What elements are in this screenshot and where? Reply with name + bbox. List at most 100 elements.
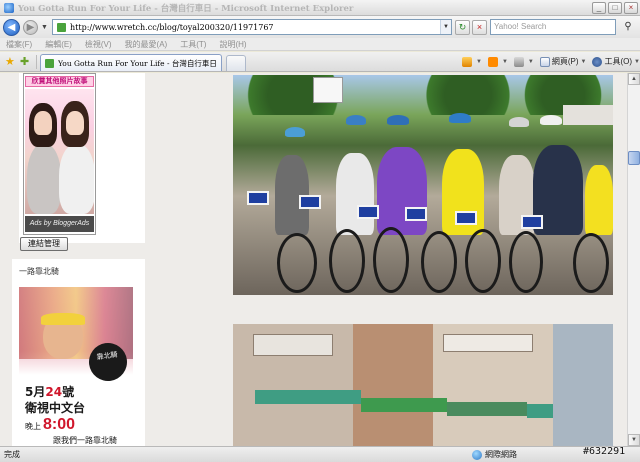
photo-helmet [509, 117, 529, 127]
tab-page-icon [45, 58, 54, 68]
photo-building [563, 105, 613, 125]
rss-icon [487, 56, 498, 67]
new-tab-button[interactable] [226, 55, 246, 71]
photo-person [377, 147, 427, 235]
menu-help[interactable]: 說明(H) [219, 39, 246, 50]
window-title: You Gotta Run For Your Life - 台灣自行車日 - M… [18, 3, 354, 14]
photo-helmet [346, 115, 366, 125]
print-button[interactable]: ▼ [513, 56, 534, 67]
tab-bar: ★ ✚ You Gotta Run For Your Life - 台灣自行車日… [0, 52, 640, 72]
cycling-group-photo[interactable] [233, 75, 613, 295]
tools-menu-label: 工具(O) [604, 57, 633, 66]
page-menu-button[interactable]: 網頁(P) ▼ [539, 56, 586, 67]
status-bar: 完成 網際網路 [0, 446, 640, 462]
photo-awning [527, 404, 553, 418]
photo-bike-plate [247, 191, 269, 205]
image-watermark: #632291 [583, 446, 626, 457]
close-button[interactable]: × [624, 1, 638, 14]
search-input[interactable]: Yahoo! Search [490, 19, 616, 35]
page-icon [539, 56, 550, 67]
menu-favorites[interactable]: 我的最愛(A) [125, 39, 168, 50]
ad-figure [34, 111, 52, 135]
scroll-up-button[interactable]: ▲ [628, 73, 640, 85]
ad-header[interactable]: 欣賞其他照片故事 [25, 76, 94, 87]
menu-bar: 檔案(F) 編輯(E) 檢視(V) 我的最愛(A) 工具(T) 說明(H) [0, 38, 640, 51]
photo-helmet [449, 113, 471, 123]
arrow-left-icon: ◀ [7, 21, 16, 33]
page-viewport: 欣賞其他照片故事 Ads by BloggerAds 連結管理 一路靠北騎 靠北… [0, 73, 640, 446]
photo-bike-wheel [465, 229, 501, 293]
photo-balcony [253, 334, 333, 356]
photo-awning [447, 402, 527, 416]
photo-bike-wheel [509, 231, 543, 293]
photo-bike-wheel [329, 229, 365, 293]
tv-promo-banner[interactable]: 靠北騎 5月24號 衛視中文台 晚上 8:00 跟我們一路靠北騎 [19, 287, 133, 446]
recent-pages-dropdown[interactable]: ▼ [41, 24, 48, 31]
address-toolbar: ◀ ▶ ▼ http://www.wretch.cc/blog/toyal200… [0, 16, 640, 38]
stop-button[interactable]: × [472, 20, 487, 35]
photo-helmet [285, 127, 305, 137]
menu-file[interactable]: 檔案(F) [6, 39, 32, 50]
promo-slogan: 跟我們一路靠北騎 [53, 436, 117, 445]
minimize-button[interactable]: _ [592, 1, 606, 14]
sidebar-section-title: 一路靠北騎 [19, 267, 59, 276]
photo-bike-plate [521, 215, 543, 229]
page-menu-label: 網頁(P) [551, 57, 579, 66]
menu-view[interactable]: 檢視(V) [85, 39, 112, 50]
scroll-thumb[interactable] [628, 151, 640, 165]
zone-label: 網際網路 [485, 450, 517, 459]
menu-edit[interactable]: 編輯(E) [45, 39, 72, 50]
address-dropdown-button[interactable]: ▼ [440, 20, 451, 34]
street-photo[interactable] [233, 324, 613, 446]
photo-bike-wheel [373, 227, 409, 293]
photo-bike-wheel [277, 233, 317, 293]
home-icon [462, 56, 472, 67]
photo-awning [255, 390, 361, 404]
url-text[interactable]: http://www.wretch.cc/blog/toyal200320/11… [70, 23, 440, 32]
gear-icon [592, 56, 603, 67]
print-icon [513, 56, 524, 67]
link-manage-button[interactable]: 連結管理 [20, 237, 68, 251]
photo-building [353, 324, 433, 446]
promo-date: 5月24號 [25, 385, 75, 399]
photo-bike-plate [405, 207, 427, 221]
menu-tools[interactable]: 工具(T) [180, 39, 206, 50]
ie-icon [4, 2, 14, 13]
photo-bike-plate [357, 205, 379, 219]
promo-time: 晚上 8:00 [25, 416, 76, 433]
maximize-button[interactable]: □ [608, 1, 622, 14]
photo-bike-plate [299, 195, 321, 209]
address-input[interactable]: http://www.wretch.cc/blog/toyal200320/11… [52, 19, 452, 35]
photo-building [553, 324, 613, 446]
photo-awning [361, 398, 447, 412]
ad-figure [59, 144, 94, 214]
photo-helmet [387, 115, 409, 125]
photo-bike-plate [455, 211, 477, 225]
tools-menu-button[interactable]: 工具(O) ▼ [592, 56, 640, 67]
forward-button[interactable]: ▶ [23, 19, 38, 35]
photo-bike-wheel [421, 231, 457, 293]
tab-active[interactable]: You Gotta Run For Your Life - 台灣自行車日 [40, 54, 222, 71]
ad-footer[interactable]: Ads by BloggerAds [25, 216, 94, 232]
refresh-button[interactable]: ↻ [455, 20, 470, 35]
ad-figure [66, 111, 84, 135]
photo-tree [413, 75, 523, 115]
arrow-right-icon: ▶ [26, 21, 35, 33]
search-icon[interactable]: ⚲ [620, 20, 636, 34]
photo-sign [313, 77, 343, 103]
ad-photo[interactable] [25, 89, 94, 214]
ad-figure [27, 144, 61, 214]
promo-channel: 衛視中文台 [25, 401, 86, 415]
window-title-bar: You Gotta Run For Your Life - 台灣自行車日 - M… [0, 0, 640, 16]
globe-icon [472, 449, 482, 460]
add-favorites-icon[interactable]: ✚ [20, 55, 29, 68]
tab-separator [36, 55, 37, 69]
home-button[interactable]: ▼ [462, 56, 482, 67]
feeds-button[interactable]: ▼ [487, 56, 508, 67]
vertical-scrollbar[interactable]: ▲ ▼ [627, 73, 640, 446]
scroll-down-button[interactable]: ▼ [628, 434, 640, 446]
back-button[interactable]: ◀ [3, 18, 20, 36]
command-bar: ▼ ▼ ▼ 網頁(P)▼ 工具(O)▼ » [462, 56, 640, 67]
favorites-star-icon[interactable]: ★ [5, 55, 15, 68]
ad-banner[interactable]: 欣賞其他照片故事 Ads by BloggerAds [23, 73, 96, 235]
